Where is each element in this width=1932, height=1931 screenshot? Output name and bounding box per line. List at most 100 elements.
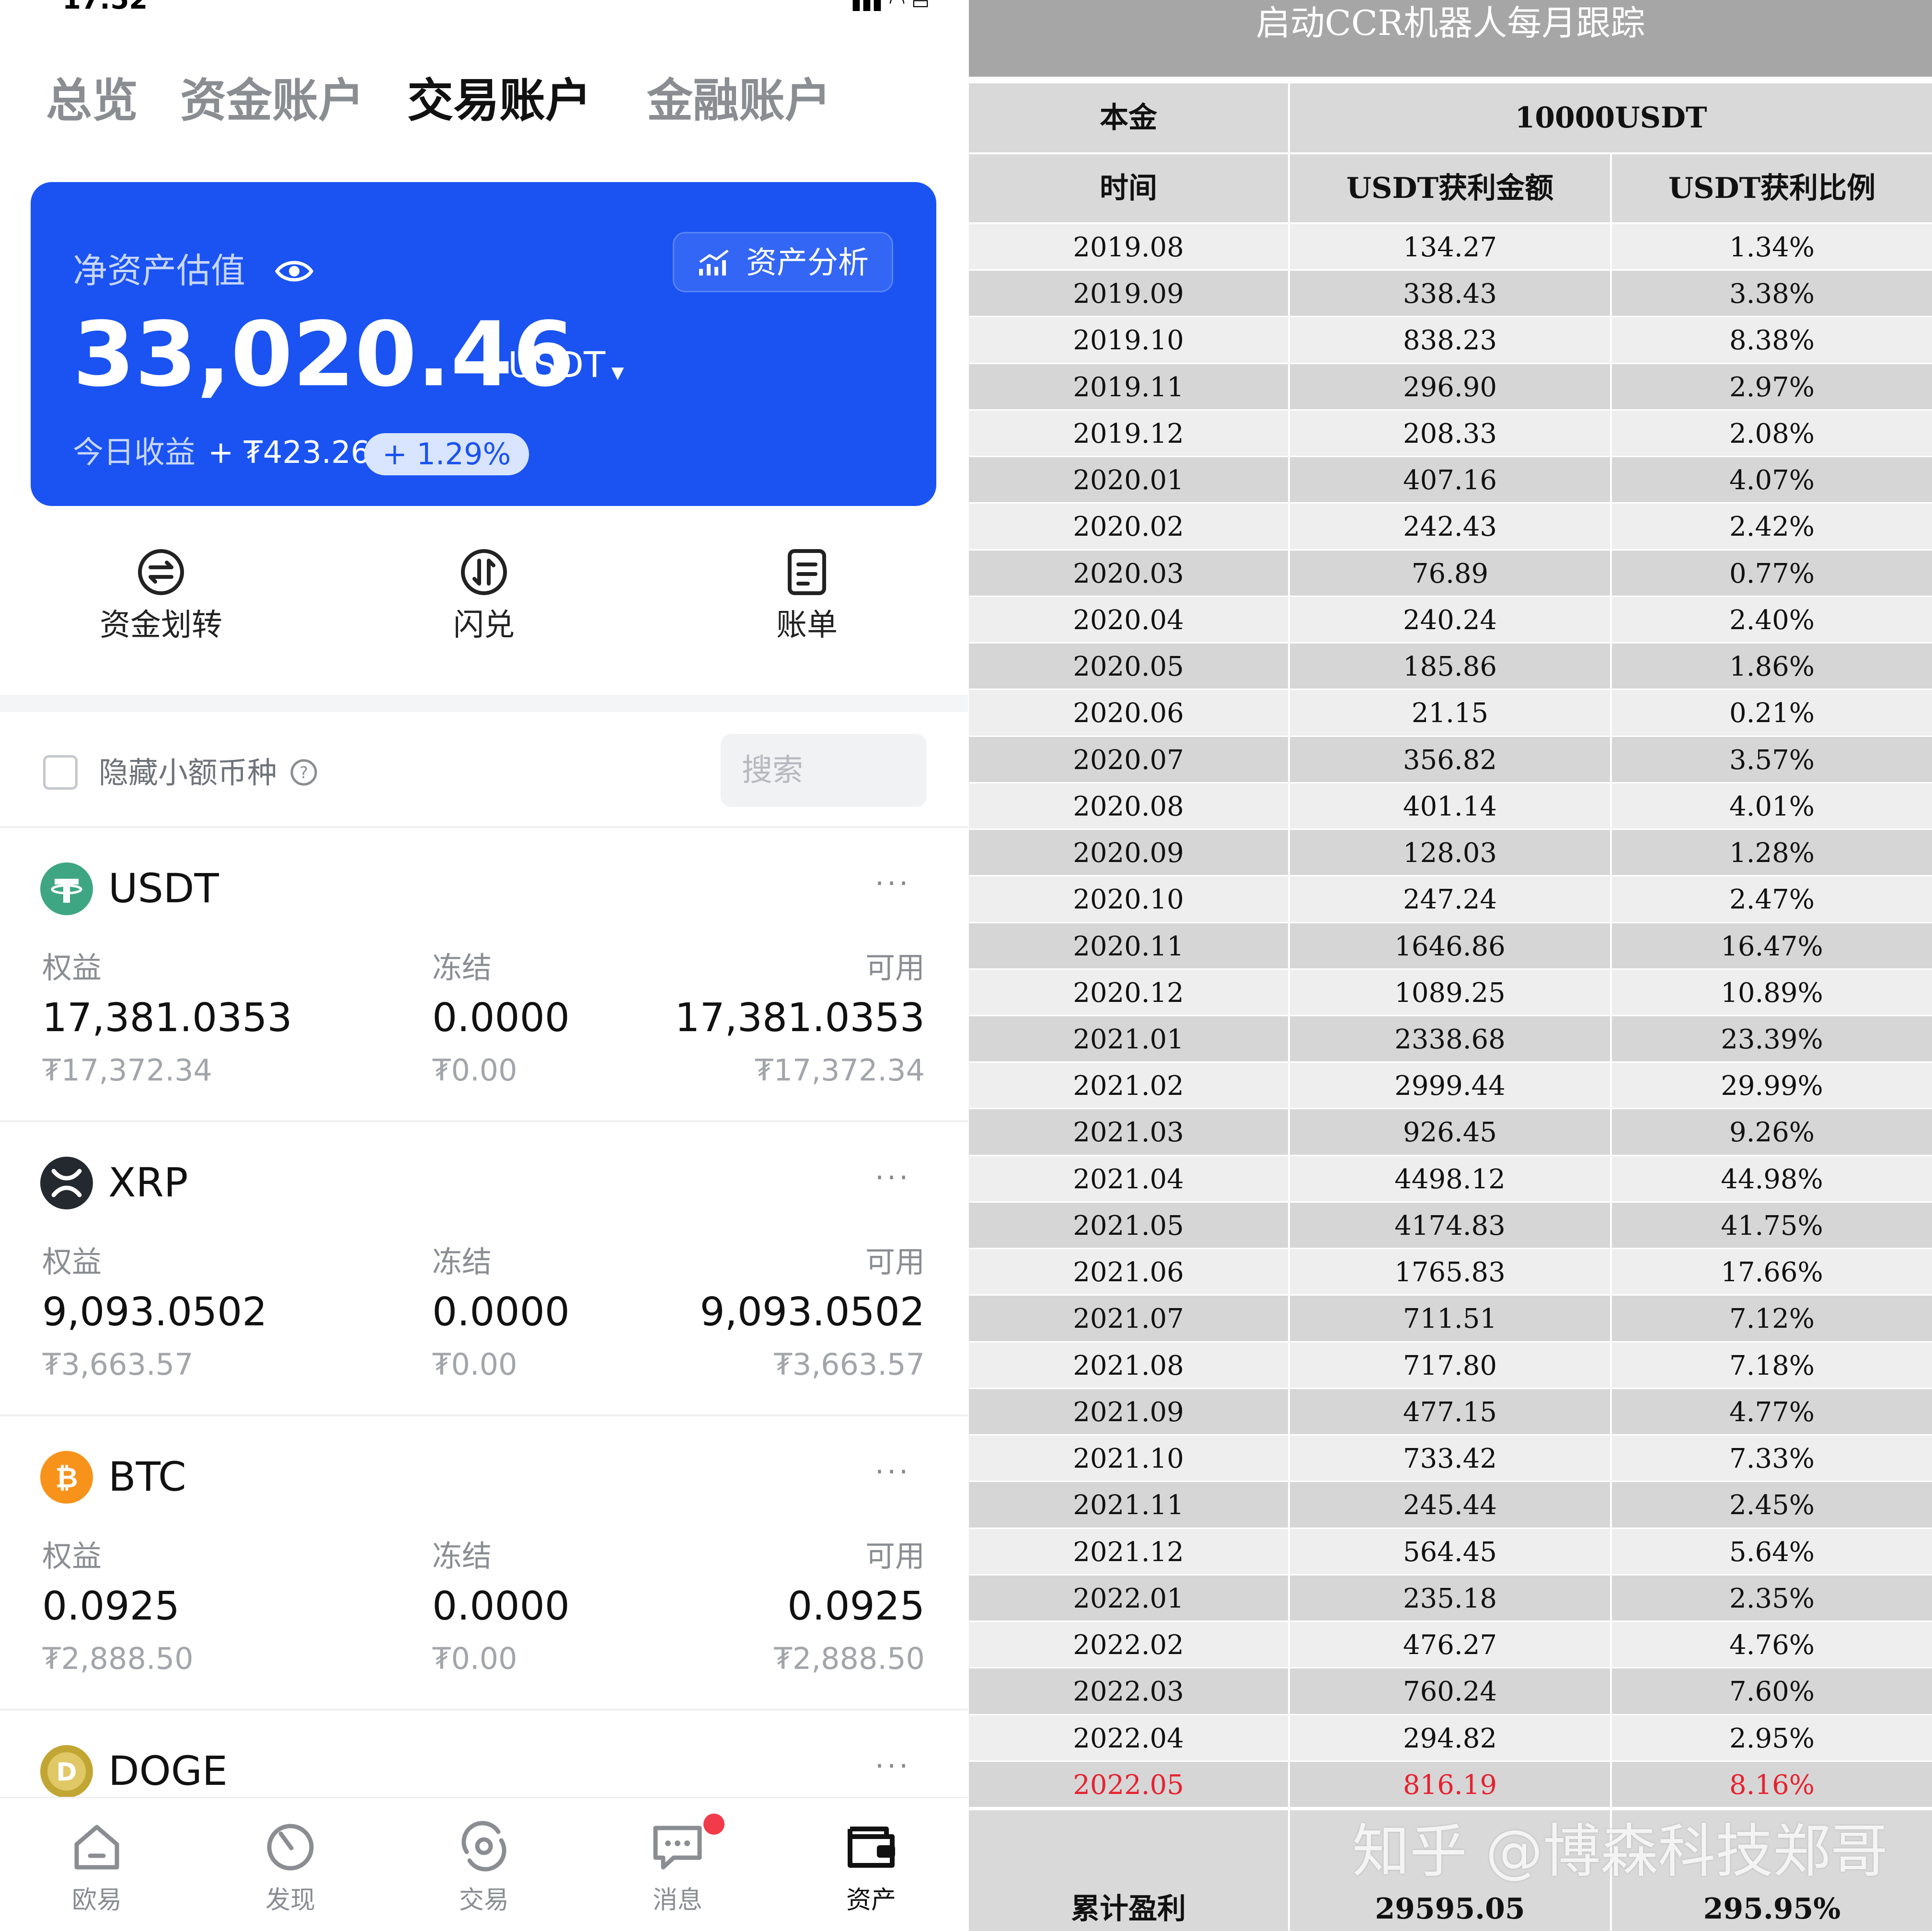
grid-line: [1288, 550, 1290, 597]
watermark-text: 知乎 @博森科技郑哥: [1352, 1818, 1888, 1885]
grid-line: [1610, 1296, 1612, 1343]
wallet-icon: [848, 1827, 895, 1868]
cell-month: 2019.09: [1073, 278, 1184, 310]
cell-profit-amount: 564.45: [1403, 1536, 1497, 1568]
xrp-icon: [40, 1157, 93, 1209]
grid-line: [1610, 1575, 1612, 1622]
more-icon[interactable]: ···: [875, 1163, 911, 1192]
grid-line: [1288, 597, 1290, 644]
more-icon[interactable]: ···: [875, 1458, 911, 1486]
today-pnl-badge: + 1.29%: [364, 433, 529, 475]
cell-profit-ratio: 5.64%: [1729, 1536, 1815, 1568]
currency-unit-selector[interactable]: USDT: [508, 341, 605, 389]
table-row: 2021.09 477.15 4.77%: [969, 1389, 1932, 1436]
table-row: 2022.01 235.18 2.35%: [969, 1575, 1932, 1622]
tab-finance-account[interactable]: 金融账户: [647, 72, 831, 129]
cell-profit-ratio: 8.16%: [1729, 1769, 1815, 1801]
transfer-button[interactable]: 资金划转: [60, 541, 262, 666]
hide-small-checkbox[interactable]: [43, 755, 78, 790]
table-row: 2021.10 733.42 7.33%: [969, 1436, 1932, 1483]
nav-okx[interactable]: 欧易: [0, 1798, 194, 1931]
cell-profit-ratio: 4.76%: [1729, 1630, 1815, 1661]
table-row: 2021.06 1765.83 17.66%: [969, 1249, 1932, 1296]
frozen-fiat: ₮0.00: [432, 1641, 518, 1676]
grid-line: [1288, 457, 1290, 504]
table-title-bar: 启动CCR机器人每月跟踪: [969, 0, 1932, 77]
frozen-value: 0.0000: [432, 1289, 570, 1335]
available-value: 0.0925: [787, 1584, 925, 1629]
cell-month: 2022.05: [1073, 1769, 1184, 1801]
grid-line: [1610, 1715, 1612, 1762]
coin-name: USDT: [108, 865, 219, 912]
nav-discover[interactable]: 发现: [194, 1798, 387, 1931]
grid-line: [1288, 224, 1290, 271]
grid-line: [1610, 1249, 1612, 1296]
tab-funding-account[interactable]: 资金账户: [180, 72, 364, 129]
cell-profit-amount: 76.89: [1411, 558, 1489, 589]
asset-row-xrp[interactable]: XRP ··· 权益 冻结 可用 9,093.0502 0.0000 9,093…: [0, 1123, 968, 1417]
cell-month: 2021.07: [1073, 1303, 1184, 1335]
table-row: 2019.09 338.43 3.38%: [969, 271, 1932, 318]
cell-month: 2020.04: [1073, 604, 1184, 636]
header-profit-amount: USDT获利金额: [1346, 172, 1554, 205]
asset-analysis-button[interactable]: 资产分析: [673, 232, 893, 292]
caret-down-icon[interactable]: ▼: [611, 363, 624, 382]
more-icon[interactable]: ···: [875, 869, 911, 898]
nav-assets[interactable]: 资产: [774, 1798, 968, 1931]
cell-month: 2020.11: [1073, 931, 1184, 962]
list-divider: [0, 826, 968, 828]
cell-month: 2020.02: [1073, 511, 1184, 543]
list-divider: [0, 1414, 968, 1416]
tab-overview[interactable]: 总览: [46, 72, 138, 129]
grid-line: [1610, 969, 1612, 1016]
cell-profit-amount: 294.82: [1403, 1723, 1497, 1754]
total-label: 累计盈利: [1071, 1892, 1186, 1926]
available-fiat: ₮3,663.57: [773, 1347, 925, 1382]
grid-line: [1610, 1761, 1612, 1808]
cell-profit-ratio: 2.42%: [1729, 511, 1815, 543]
grid-line: [1288, 1202, 1290, 1250]
swap-button[interactable]: 闪兑: [383, 541, 585, 666]
cell-profit-ratio: 2.08%: [1729, 418, 1815, 449]
cell-month: 2020.06: [1073, 698, 1184, 729]
grid-line: [1288, 271, 1290, 318]
nav-label: 消息: [652, 1886, 702, 1915]
cell-profit-amount: 760.24: [1403, 1676, 1497, 1708]
quick-actions: 资金划转 闪兑 账单: [0, 541, 968, 666]
equity-label: 权益: [42, 1539, 102, 1574]
tab-trading-account[interactable]: 交易账户: [407, 72, 591, 129]
bill-button[interactable]: 账单: [706, 541, 908, 666]
nav-trade[interactable]: 交易: [387, 1798, 581, 1931]
cell-profit-ratio: 7.60%: [1729, 1676, 1815, 1708]
cell-profit-ratio: 0.77%: [1729, 558, 1815, 589]
eye-icon[interactable]: [275, 258, 313, 285]
today-pnl-value: + ₮423.26: [208, 435, 370, 471]
table-row: 2020.06 21.15 0.21%: [969, 690, 1932, 737]
cell-month: 2019.11: [1073, 371, 1184, 403]
table-row: 2021.07 711.51 7.12%: [969, 1296, 1932, 1343]
frozen-label: 冻结: [432, 1539, 492, 1574]
search-input[interactable]: 搜索: [721, 734, 927, 807]
grid-line: [1288, 1063, 1290, 1110]
asset-analysis-label: 资产分析: [746, 245, 869, 281]
grid-line: [1288, 1156, 1290, 1203]
help-icon[interactable]: ?: [289, 758, 318, 787]
cell-month: 2021.03: [1073, 1117, 1184, 1149]
net-asset-label: 净资产估值: [73, 251, 246, 291]
more-icon[interactable]: ···: [875, 1752, 911, 1781]
asset-row-doge[interactable]: D DOGE ···: [0, 1712, 968, 1798]
grid-line: [1288, 876, 1290, 923]
title-separator: [969, 77, 1932, 83]
coin-name: BTC: [108, 1453, 186, 1500]
grid-line: [1288, 969, 1290, 1016]
cell-profit-ratio: 3.38%: [1729, 278, 1815, 310]
bill-label: 账单: [776, 608, 838, 643]
asset-row-usdt[interactable]: USDT ··· 权益 冻结 可用 17,381.0353 0.0000 17,…: [0, 829, 968, 1123]
frozen-label: 冻结: [432, 950, 492, 985]
table-header-row: 时间 USDT获利金额 USDT获利比例: [969, 154, 1932, 222]
grid-line: [1610, 690, 1612, 737]
grid-line: [1610, 410, 1612, 458]
nav-message[interactable]: 消息: [581, 1798, 774, 1931]
grid-line: [1610, 1529, 1612, 1575]
asset-row-btc[interactable]: ₿ BTC ··· 权益 冻结 可用 0.0925 0.0000 0.0925 …: [0, 1417, 968, 1712]
